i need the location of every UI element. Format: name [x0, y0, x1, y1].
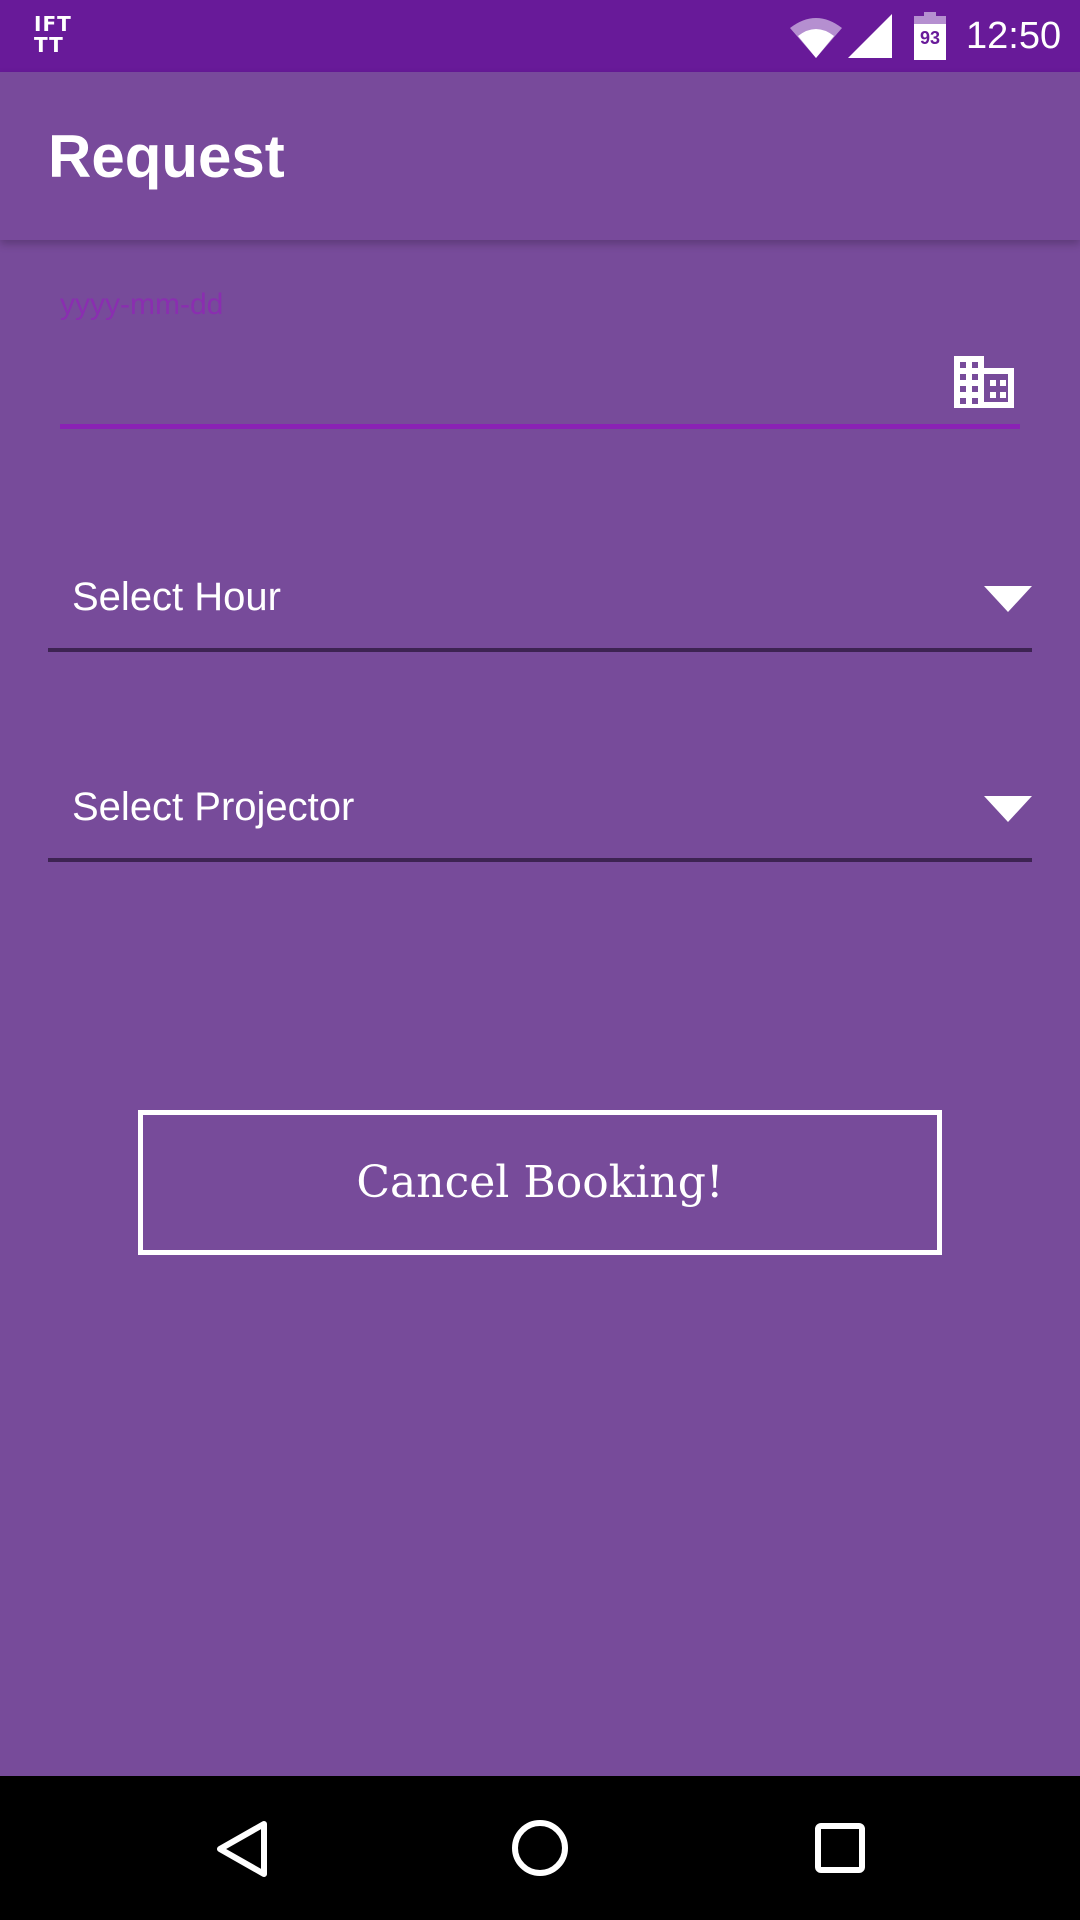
page-title: Request	[48, 123, 285, 190]
battery-icon: 93	[914, 12, 946, 60]
date-placeholder: yyyy-mm-dd	[60, 288, 224, 321]
ifttt-logo-line-2: TT	[34, 33, 64, 57]
projector-spinner[interactable]: Select Projector	[48, 756, 1032, 866]
hour-spinner[interactable]: Select Hour	[48, 546, 1032, 656]
building-icon[interactable]	[954, 356, 1014, 408]
navigation-bar	[0, 1776, 1080, 1920]
back-icon[interactable]	[212, 1818, 272, 1880]
battery-level: 93	[919, 28, 941, 48]
recents-icon[interactable]	[814, 1822, 866, 1874]
clock: 12:50	[966, 15, 1062, 57]
dropdown-arrow-icon	[984, 796, 1032, 822]
projector-spinner-underline	[48, 858, 1032, 862]
date-field[interactable]: yyyy-mm-dd	[60, 280, 1020, 430]
date-input[interactable]	[60, 340, 940, 400]
hour-spinner-label: Select Hour	[72, 575, 281, 619]
hour-spinner-underline	[48, 648, 1032, 652]
date-underline	[60, 424, 1020, 429]
app-bar: Request	[0, 72, 1080, 240]
dropdown-arrow-icon	[984, 586, 1032, 612]
wifi-icon	[790, 18, 842, 58]
home-icon[interactable]	[510, 1818, 570, 1878]
status-bar: IFT TT 93 12:50	[0, 0, 1080, 72]
projector-spinner-label: Select Projector	[72, 785, 355, 829]
cancel-booking-button[interactable]: Cancel Booking!	[138, 1110, 942, 1255]
cell-signal-icon	[848, 14, 892, 58]
ifttt-logo-icon: IFT TT	[34, 14, 76, 58]
